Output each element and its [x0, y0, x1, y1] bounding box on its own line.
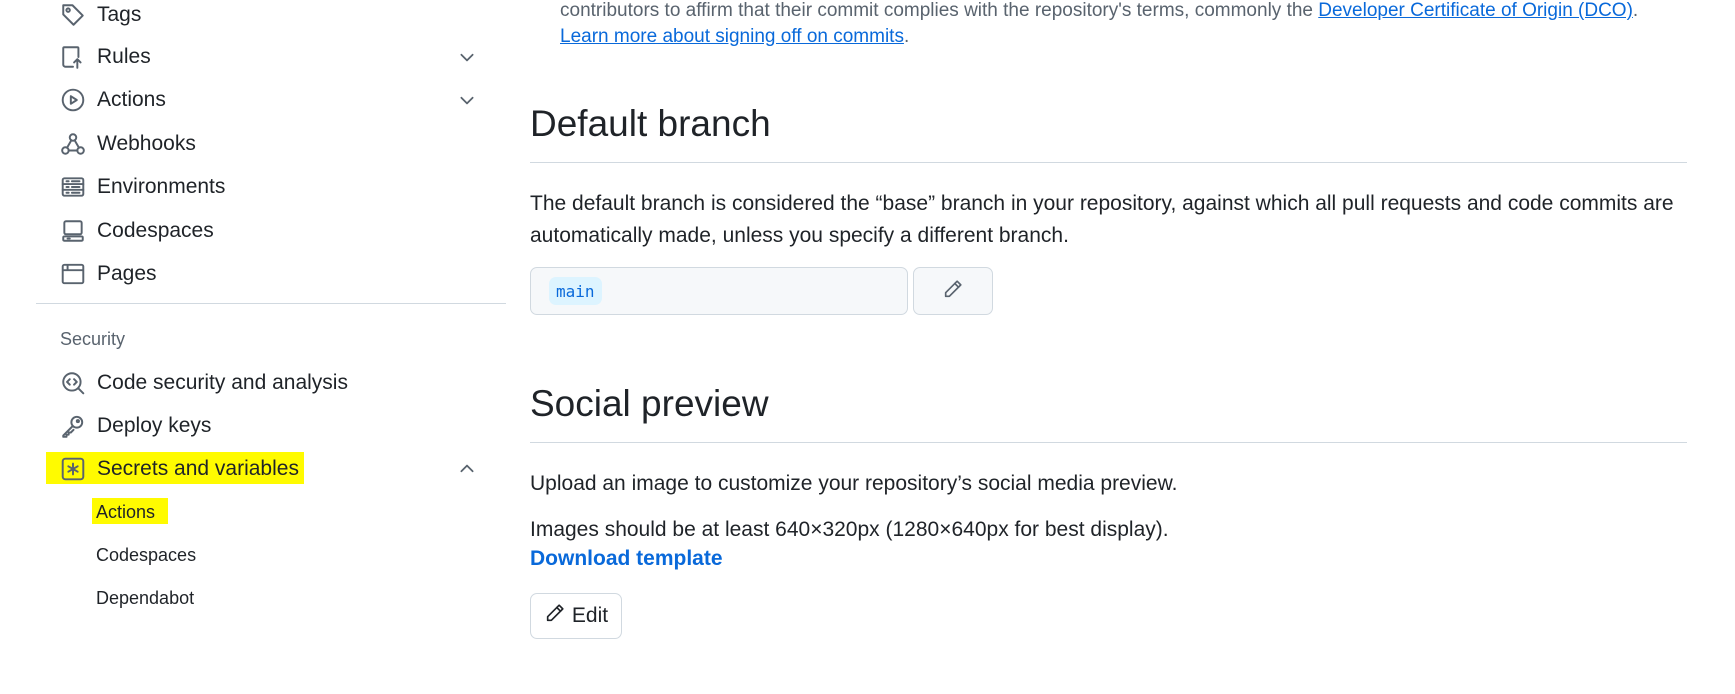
browser-icon	[60, 261, 86, 287]
sub-item-dependabot[interactable]: Dependabot	[96, 582, 194, 614]
sidebar-item-label: Webhooks	[97, 132, 196, 155]
server-icon	[60, 174, 86, 200]
default-branch-heading: Default branch	[530, 103, 771, 144]
edit-social-preview-button[interactable]: Edit	[530, 593, 622, 639]
image-size-note: Images should be at least 640×320px (128…	[530, 518, 1169, 541]
repo-push-icon	[60, 44, 86, 70]
sidebar-section-title: Security	[60, 329, 126, 349]
intro-end: .	[903, 26, 910, 47]
intro-text: contributors to affirm that their commit…	[560, 0, 1319, 21]
sidebar-item-environments[interactable]: Environments	[60, 167, 482, 207]
learn-more-signoff-link[interactable]: Learn more about signing off on commits	[560, 26, 904, 47]
settings-main: contributors to affirm that their commit…	[530, 0, 1690, 694]
default-branch-description: The default branch is considered the “ba…	[530, 192, 1674, 247]
sidebar-item-tags[interactable]: Tags	[60, 0, 482, 35]
sidebar-item-webhooks[interactable]: Webhooks	[60, 124, 482, 164]
sidebar-item-label: Pages	[97, 262, 157, 285]
download-template-link[interactable]: Download template	[530, 547, 723, 571]
chevron-up-icon[interactable]	[458, 460, 476, 478]
branch-name: main	[549, 277, 602, 305]
sub-item-label: Actions	[96, 501, 156, 522]
sub-item-codespaces[interactable]: Codespaces	[96, 539, 196, 571]
settings-sidebar: Tags Rules Actions Webhooks Environments	[36, 0, 506, 694]
sub-item-actions[interactable]: Actions	[92, 496, 168, 528]
section-divider	[530, 162, 1687, 163]
play-icon	[60, 87, 86, 113]
key-asterisk-icon	[60, 456, 86, 482]
sidebar-item-deploy-keys[interactable]: Deploy keys	[60, 406, 482, 446]
section-divider	[530, 442, 1687, 443]
key-icon	[60, 413, 86, 439]
sidebar-item-label: Actions	[97, 88, 166, 111]
webhook-icon	[60, 131, 86, 157]
intro-separator: .	[1632, 0, 1639, 21]
sidebar-divider	[36, 303, 506, 304]
tag-icon	[60, 2, 86, 28]
sidebar-item-label: Secrets and variables	[97, 457, 299, 480]
sidebar-item-code-security[interactable]: Code security and analysis	[60, 363, 482, 403]
sidebar-item-pages[interactable]: Pages	[60, 254, 482, 294]
edit-default-branch-button[interactable]	[913, 267, 993, 315]
sidebar-item-label: Environments	[97, 175, 226, 198]
signoff-description: contributors to affirm that their commit…	[560, 0, 1690, 50]
sidebar-item-actions[interactable]: Actions	[60, 80, 482, 120]
sidebar-item-codespaces[interactable]: Codespaces	[60, 211, 482, 251]
sidebar-item-label: Codespaces	[97, 219, 214, 242]
sub-item-label: Codespaces	[96, 544, 197, 565]
codescan-icon	[60, 370, 86, 396]
sidebar-item-label: Rules	[97, 45, 151, 68]
sidebar-item-label: Code security and analysis	[97, 371, 348, 394]
sub-item-label: Dependabot	[96, 587, 195, 608]
sidebar-item-rules[interactable]: Rules	[60, 37, 482, 77]
sidebar-item-label: Tags	[97, 3, 142, 26]
codespaces-icon	[60, 218, 86, 244]
dco-link[interactable]: Developer Certificate of Origin (DCO)	[1318, 0, 1633, 21]
default-branch-field: main	[530, 267, 908, 315]
sidebar-item-secrets-and-variables[interactable]: Secrets and variables	[46, 449, 482, 489]
social-preview-heading: Social preview	[530, 383, 769, 424]
chevron-down-icon[interactable]	[458, 91, 476, 109]
edit-button-label: Edit	[571, 604, 609, 627]
pencil-icon	[544, 602, 572, 630]
pencil-icon	[942, 278, 964, 305]
sidebar-item-label: Deploy keys	[97, 414, 212, 437]
social-preview-description: Upload an image to customize your reposi…	[530, 472, 1178, 495]
chevron-down-icon[interactable]	[458, 48, 476, 66]
